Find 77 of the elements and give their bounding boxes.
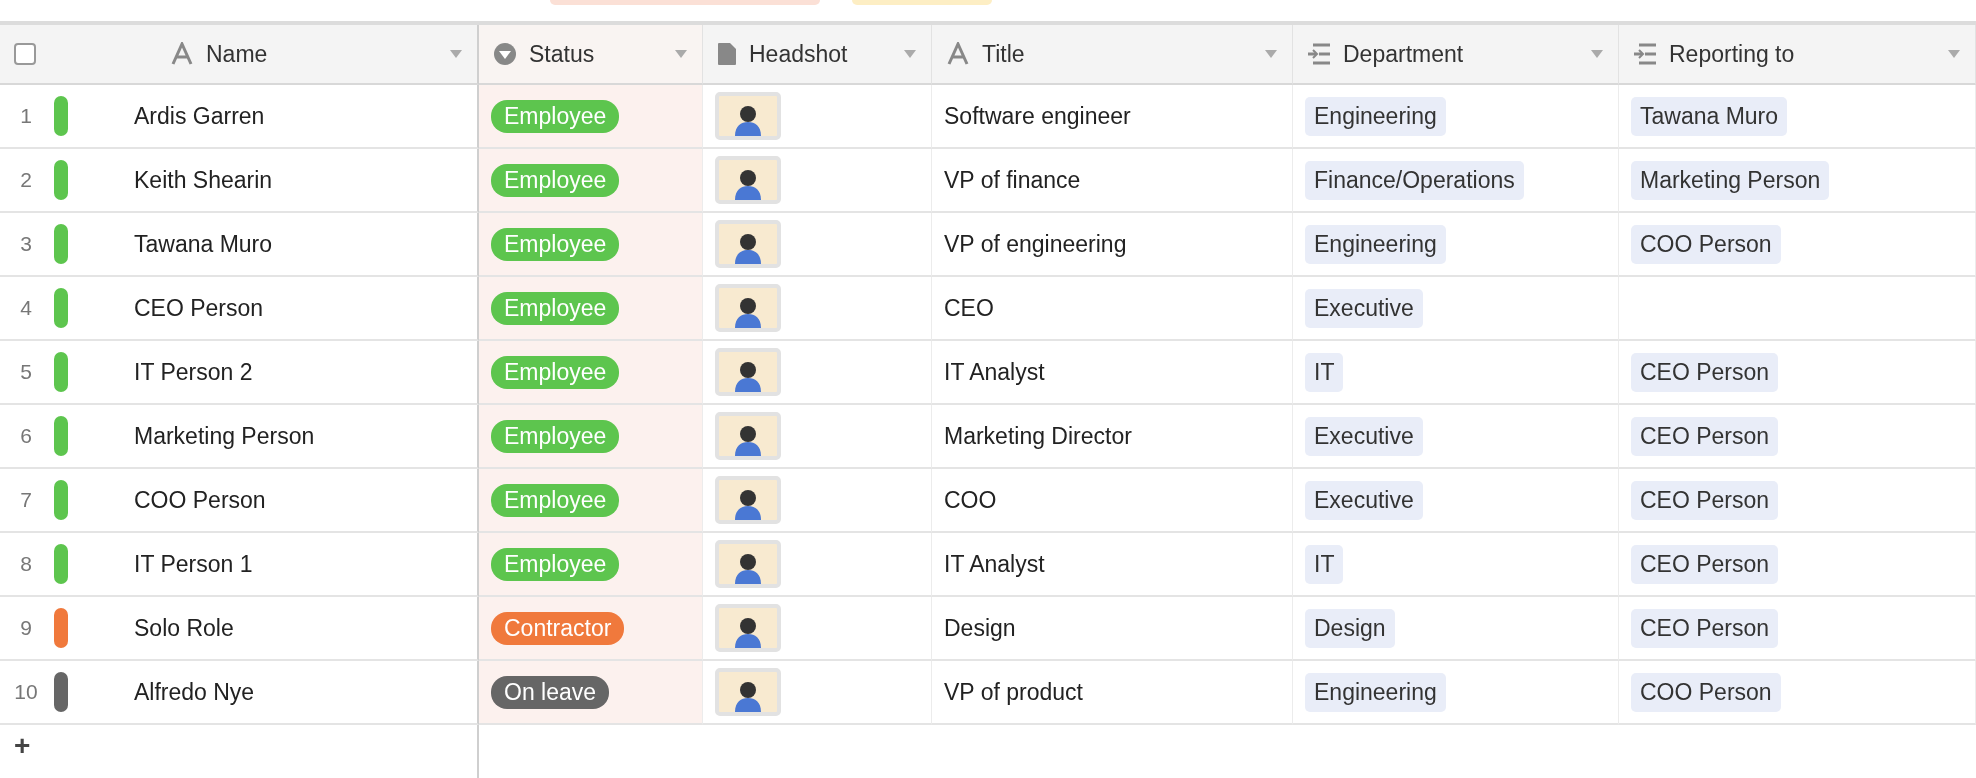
status-pill: Employee — [491, 99, 620, 133]
name-cell-text: Ardis Garren — [133, 102, 265, 130]
add-row-button[interactable]: + — [10, 730, 35, 762]
headshot-thumbnail[interactable] — [715, 92, 781, 140]
name-cell-text: Solo Role — [133, 614, 234, 642]
manager-chip: CEO Person — [1631, 608, 1779, 648]
headshot-thumbnail[interactable] — [715, 476, 781, 524]
manager-chip: COO Person — [1631, 672, 1781, 712]
linked-lines-icon — [1633, 43, 1657, 65]
headshot-thumbnail[interactable] — [715, 156, 781, 204]
manager-chip: CEO Person — [1631, 352, 1779, 392]
name-cell-text: IT Person 2 — [133, 358, 253, 386]
name-cell-text: Marketing Person — [133, 422, 315, 450]
title-cell: VP of finance — [944, 166, 1081, 194]
department-chip: IT — [1305, 544, 1344, 584]
status-pill: Employee — [491, 483, 620, 517]
department-chip: Finance/Operations — [1305, 160, 1524, 200]
name-cell-text: Keith Shearin — [133, 166, 273, 194]
title-cell: IT Analyst — [944, 358, 1045, 386]
headshot-thumbnail[interactable] — [715, 284, 781, 332]
title-cell: VP of product — [944, 678, 1083, 706]
manager-chip: Tawana Muro — [1631, 96, 1788, 136]
headshot-thumbnail[interactable] — [715, 412, 781, 460]
letter-a-icon — [170, 42, 194, 66]
department-chip: IT — [1305, 352, 1344, 392]
title-cell: CEO — [944, 294, 994, 322]
headshot-thumbnail[interactable] — [715, 220, 781, 268]
row-number: 5 — [19, 360, 33, 384]
title-cell: VP of engineering — [944, 230, 1127, 258]
title-cell: COO — [944, 486, 997, 514]
title-cell: IT Analyst — [944, 550, 1045, 578]
row-number: 6 — [19, 424, 33, 448]
name-cell-text: Alfredo Nye — [133, 678, 255, 706]
headshot-thumbnail[interactable] — [715, 348, 781, 396]
department-chip: Executive — [1305, 288, 1423, 328]
department-chip: Design — [1305, 608, 1395, 648]
status-pill: Employee — [491, 227, 620, 261]
linked-lines-icon — [1307, 43, 1331, 65]
status-pill: Employee — [491, 163, 620, 197]
dropdown-circle-icon — [493, 42, 517, 66]
status-pill: Employee — [491, 547, 620, 581]
department-chip: Engineering — [1305, 224, 1446, 264]
name-cell-text: CEO Person — [133, 294, 264, 322]
title-cell: Design — [944, 614, 1016, 642]
manager-chip: CEO Person — [1631, 480, 1779, 520]
letter-a-icon — [946, 42, 970, 66]
title-cell: Software engineer — [944, 102, 1131, 130]
row-number: 4 — [19, 296, 33, 320]
row-number: 9 — [19, 616, 33, 640]
department-chip: Engineering — [1305, 672, 1446, 712]
department-chip: Executive — [1305, 416, 1423, 456]
headshot-thumbnail[interactable] — [715, 604, 781, 652]
status-pill: Contractor — [491, 611, 625, 645]
document-icon — [717, 42, 737, 66]
status-pill: Employee — [491, 355, 620, 389]
status-pill: Employee — [491, 291, 620, 325]
row-number: 2 — [19, 168, 33, 192]
row-number: 3 — [19, 232, 33, 256]
manager-chip: CEO Person — [1631, 544, 1779, 584]
headshot-thumbnail[interactable] — [715, 540, 781, 588]
status-pill: Employee — [491, 419, 620, 453]
select-all-checkbox[interactable] — [14, 43, 36, 65]
manager-chip: CEO Person — [1631, 416, 1779, 456]
row-number: 8 — [19, 552, 33, 576]
manager-chip: Marketing Person — [1631, 160, 1830, 200]
title-cell: Marketing Director — [944, 422, 1132, 450]
headshot-thumbnail[interactable] — [715, 668, 781, 716]
row-number: 1 — [19, 104, 33, 128]
name-cell-text: COO Person — [133, 486, 266, 514]
status-pill: On leave — [491, 675, 610, 709]
name-cell-text: Tawana Muro — [133, 230, 273, 258]
manager-chip: COO Person — [1631, 224, 1781, 264]
row-number: 10 — [13, 680, 39, 704]
name-cell-text: IT Person 1 — [133, 550, 253, 578]
row-number: 7 — [19, 488, 33, 512]
department-chip: Engineering — [1305, 96, 1446, 136]
department-chip: Executive — [1305, 480, 1423, 520]
